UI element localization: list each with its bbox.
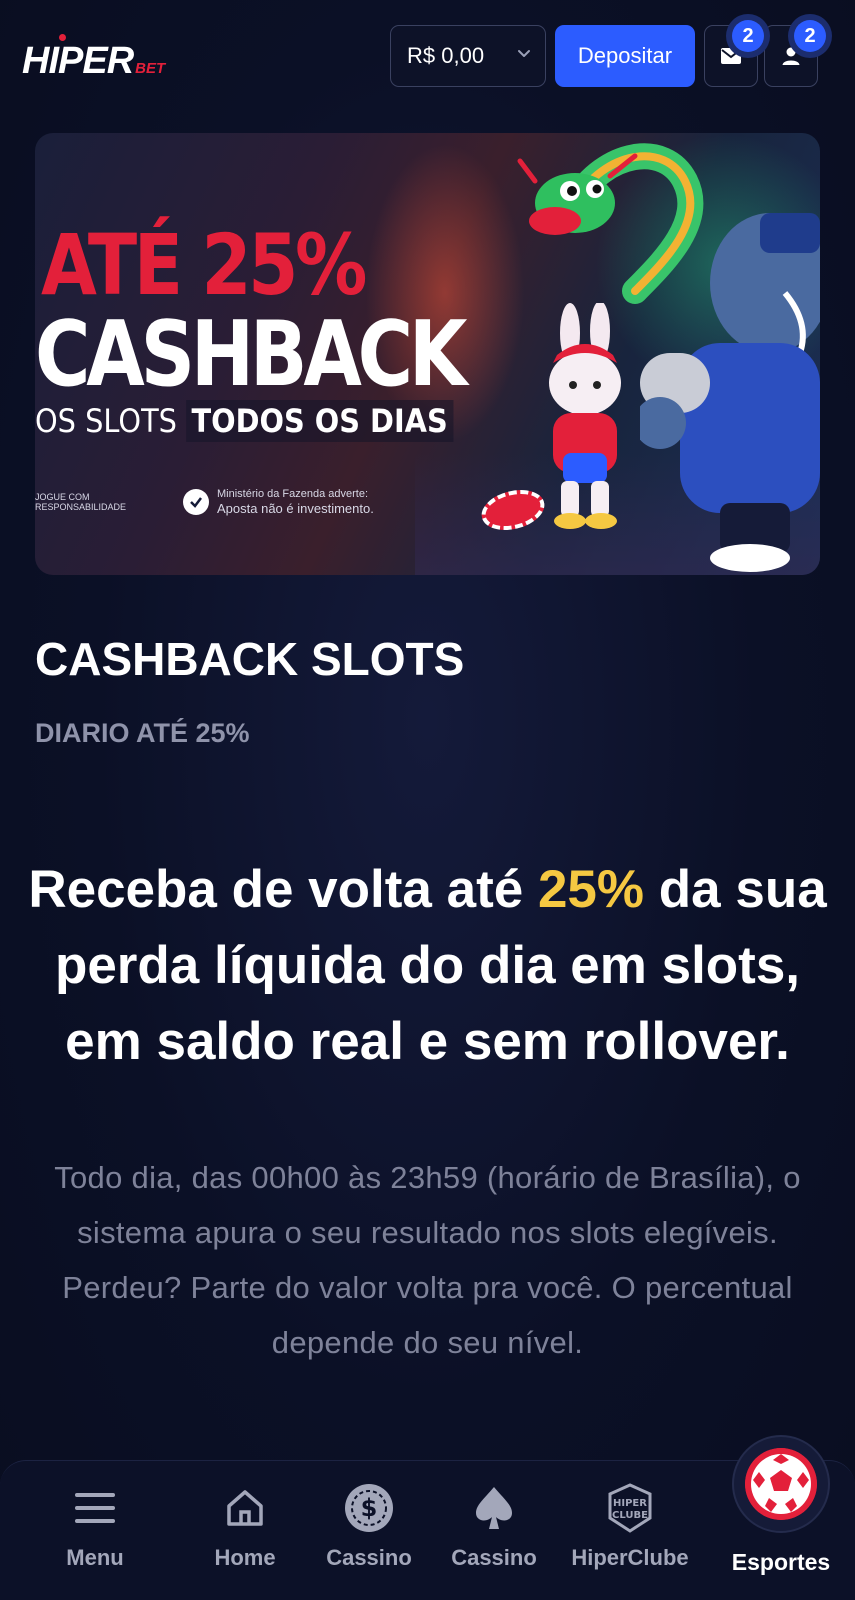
headline-accent: 25% — [537, 860, 645, 919]
menu-icon — [75, 1493, 115, 1523]
nav-cassino-slots-label: Cassino — [326, 1545, 412, 1570]
promo-headline: Receba de volta até 25% da sua perda líq… — [20, 852, 835, 1080]
nav-hiperclube-label: HiperClube — [571, 1545, 689, 1570]
spade-icon — [476, 1487, 512, 1529]
home-icon — [227, 1490, 263, 1526]
nav-esportes-label: Esportes — [731, 1549, 831, 1575]
banner-tagline: OS SLOTS TODOS OS DIAS — [35, 400, 454, 442]
responsible-gaming-text: JOGUE COM RESPONSABILIDADE — [35, 491, 127, 513]
notifications-count: 2 — [794, 20, 826, 52]
banner-percent-text: ATÉ 25% — [41, 216, 367, 314]
notifications-count-badge: 2 — [788, 14, 832, 58]
svg-text:CLUBE: CLUBE — [612, 1510, 648, 1521]
logo-main: HIPER — [22, 40, 134, 82]
messages-count: 2 — [732, 20, 764, 52]
nav-home[interactable]: Home — [185, 1481, 305, 1581]
logo-sub: BET — [135, 60, 166, 77]
ministry-warning-line1: Ministério da Fazenda adverte: — [217, 488, 369, 500]
nav-cassino-table[interactable]: Cassino — [434, 1481, 554, 1581]
bear-illustration — [640, 213, 820, 572]
banner-tagline-prefix: OS SLOTS — [35, 402, 177, 440]
chevron-down-icon — [518, 50, 530, 57]
balance-selector[interactable]: R$ 0,00 — [390, 25, 546, 87]
messages-count-badge: 2 — [726, 14, 770, 58]
coin-icon: $ — [345, 1484, 393, 1532]
soccer-ball-icon — [745, 1448, 817, 1520]
promo-banner[interactable]: ATÉ 25% CASHBACK OS SLOTS TODOS OS DIAS … — [35, 133, 820, 575]
nav-hiperclube[interactable]: HIPER CLUBE HiperClube — [570, 1481, 690, 1581]
nav-menu[interactable]: Menu — [35, 1481, 155, 1581]
nav-menu-label: Menu — [66, 1545, 124, 1570]
banner-tagline-highlight: TODOS OS DIAS — [186, 400, 454, 442]
check-icon — [183, 489, 209, 516]
esportes-button-ring — [732, 1435, 830, 1533]
logo-dot — [59, 34, 66, 41]
banner-disclaimer: JOGUE COM RESPONSABILIDADE Ministério da… — [35, 488, 374, 517]
hiperclube-icon: HIPER CLUBE — [608, 1483, 652, 1533]
nav-esportes[interactable]: Esportes — [718, 1435, 844, 1585]
promo-description: Todo dia, das 00h00 às 23h59 (horário de… — [54, 1160, 801, 1360]
nav-home-label: Home — [214, 1545, 276, 1570]
svg-text:HIPER: HIPER — [613, 1498, 647, 1509]
svg-text:$: $ — [361, 1494, 378, 1522]
banner-cashback-text: CASHBACK — [35, 302, 468, 407]
promo-subtitle: DIARIO ATÉ 25% — [35, 718, 250, 748]
nav-cassino-slots[interactable]: $ Cassino — [309, 1481, 429, 1581]
hiperbet-logo[interactable]: HIPER BET — [22, 34, 166, 82]
ministry-warning-line2: Aposta não é investimento. — [217, 501, 374, 517]
top-header: HIPER BET R$ 0,00 Depositar 2 2 — [0, 0, 855, 112]
headline-before: Receba de volta até — [28, 860, 524, 919]
deposit-button[interactable]: Depositar — [555, 25, 695, 87]
balance-value: R$ 0,00 — [407, 43, 485, 68]
nav-cassino-table-label: Cassino — [451, 1545, 537, 1570]
promo-title: CASHBACK SLOTS — [35, 633, 465, 685]
